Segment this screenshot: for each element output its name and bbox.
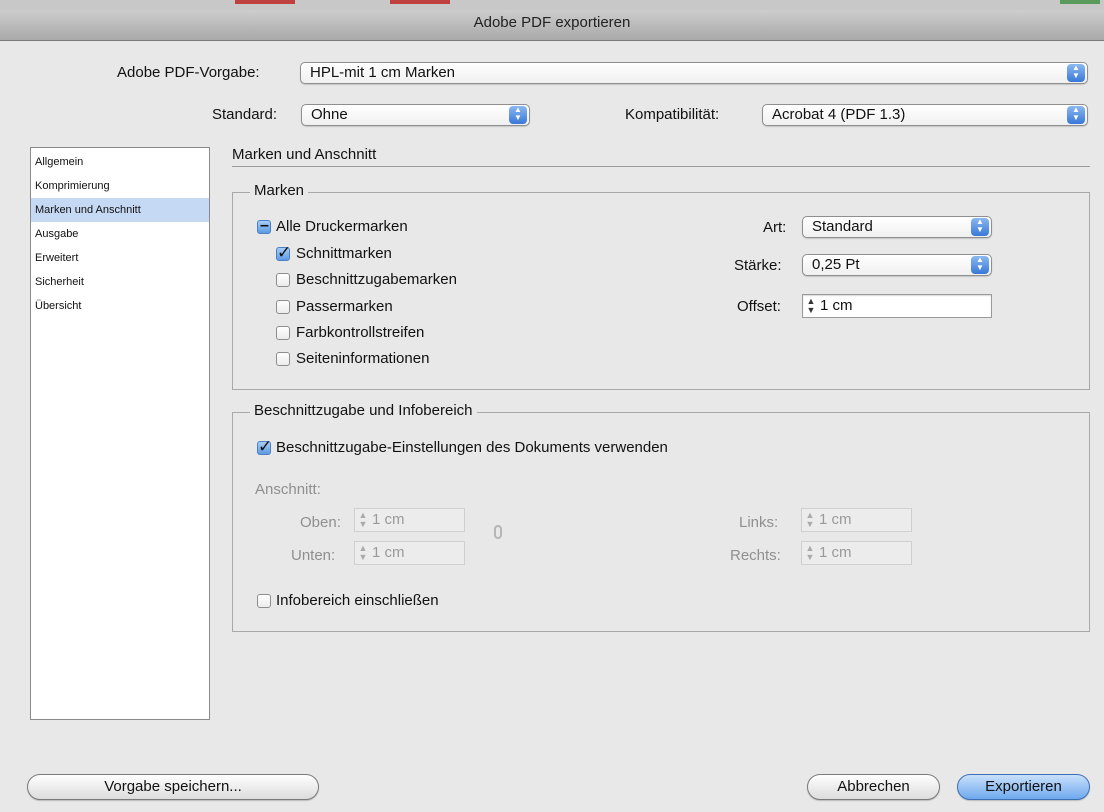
popup-arrows-icon: ▲ ▼ [1067,64,1085,82]
weight-dropdown[interactable]: 0,25 Pt ▲ ▼ [802,254,992,276]
bleed-marks-checkbox[interactable] [276,273,290,287]
art-value: Standard [812,218,873,235]
title-bar: Adobe PDF exportieren [0,0,1104,41]
chain-link-icon [494,525,502,539]
export-button[interactable]: Exportieren [957,774,1090,800]
sidebar-item-marken-und-anschnitt[interactable]: Marken und Anschnitt [31,198,209,222]
right-label: Rechts: [730,547,781,564]
bottom-label: Unten: [291,547,336,564]
anschnitt-label: Anschnitt: [255,481,321,498]
preset-value: HPL-mit 1 cm Marken [310,64,456,81]
crop-marks-label: Schnittmarken [296,245,392,262]
offset-label: Offset: [737,298,781,315]
popup-arrows-icon: ▲ ▼ [509,106,527,124]
sidebar-item-uebersicht[interactable]: Übersicht [31,294,209,318]
background-window-strip [0,0,1104,10]
sidebar-item-erweitert[interactable]: Erweitert [31,246,209,270]
registration-marks-checkbox[interactable] [276,300,290,314]
registration-marks-label: Passermarken [296,298,393,315]
panel-divider [232,166,1090,167]
bleed-bottom-field: ▲ ▼ 1 cm [354,541,465,565]
stepper-arrows-icon[interactable]: ▲ ▼ [804,297,818,315]
sidebar-item-sicherheit[interactable]: Sicherheit [31,270,209,294]
use-doc-bleed-checkbox[interactable]: ✓ [257,437,272,456]
use-doc-bleed-label: Beschnittzugabe-Einstellungen des Dokume… [276,439,668,456]
bleed-right-field: ▲ ▼ 1 cm [801,541,912,565]
bleed-left-field: ▲ ▼ 1 cm [801,508,912,532]
compat-label: Kompatibilität: [625,106,720,123]
save-preset-button[interactable]: Vorgabe speichern... [27,774,319,800]
category-sidebar: Allgemein Komprimierung Marken und Ansch… [30,147,210,720]
standard-value: Ohne [311,106,348,123]
art-dropdown[interactable]: Standard ▲ ▼ [802,216,992,238]
art-label: Art: [763,219,787,236]
include-slug-checkbox[interactable] [257,594,271,608]
standard-label: Standard: [212,106,278,123]
offset-value: 1 cm [820,297,853,314]
popup-arrows-icon: ▲ ▼ [1067,106,1085,124]
offset-field[interactable]: ▲ ▼ 1 cm [802,294,992,318]
compat-dropdown[interactable]: Acrobat 4 (PDF 1.3) ▲ ▼ [762,104,1088,126]
bleed-left-value: 1 cm [819,511,852,528]
top-label: Oben: [300,514,341,531]
left-label: Links: [739,514,779,531]
popup-arrows-icon: ▲ ▼ [971,256,989,274]
all-printer-marks-checkbox[interactable]: – [257,217,271,234]
bleed-bottom-value: 1 cm [372,544,405,561]
sidebar-item-ausgabe[interactable]: Ausgabe [31,222,209,246]
all-printer-marks-label: Alle Druckermarken [276,218,408,235]
page-info-checkbox[interactable] [276,352,290,366]
popup-arrows-icon: ▲ ▼ [971,218,989,236]
color-bars-checkbox[interactable] [276,326,290,340]
page-info-label: Seiteninformationen [296,350,430,367]
preset-dropdown[interactable]: HPL-mit 1 cm Marken ▲ ▼ [300,62,1088,84]
include-slug-label: Infobereich einschließen [276,592,439,609]
sidebar-item-komprimierung[interactable]: Komprimierung [31,174,209,198]
weight-label: Stärke: [734,257,782,274]
compat-value: Acrobat 4 (PDF 1.3) [772,106,906,123]
weight-value: 0,25 Pt [812,256,860,273]
bleed-top-value: 1 cm [372,511,405,528]
bleed-right-value: 1 cm [819,544,852,561]
bleed-top-field: ▲ ▼ 1 cm [354,508,465,532]
standard-dropdown[interactable]: Ohne ▲ ▼ [301,104,530,126]
sidebar-item-allgemein[interactable]: Allgemein [31,150,209,174]
crop-marks-checkbox[interactable]: ✓ [276,243,291,262]
window-title: Adobe PDF exportieren [473,14,631,31]
panel-title: Marken und Anschnitt [232,146,377,163]
cancel-button[interactable]: Abbrechen [807,774,940,800]
preset-label: Adobe PDF-Vorgabe: [117,64,260,81]
marks-legend: Marken [250,182,309,199]
bleed-marks-label: Beschnittzugabemarken [296,271,457,288]
stepper-arrows-icon: ▲ ▼ [805,510,815,529]
color-bars-label: Farbkontrollstreifen [296,324,425,341]
stepper-arrows-icon: ▲ ▼ [805,543,815,562]
bleed-legend: Beschnittzugabe und Infobereich [250,402,477,419]
stepper-arrows-icon: ▲ ▼ [358,510,368,529]
stepper-arrows-icon: ▲ ▼ [358,543,368,562]
